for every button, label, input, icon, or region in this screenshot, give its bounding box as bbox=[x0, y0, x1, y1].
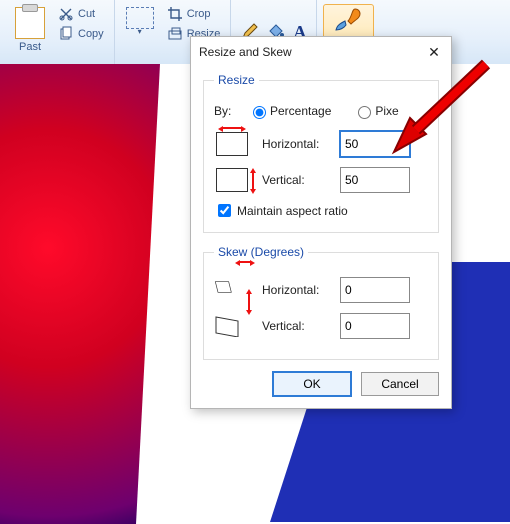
dialog-title: Resize and Skew bbox=[199, 45, 292, 59]
resize-vertical-label: Vertical: bbox=[262, 173, 340, 187]
aspect-ratio-row: Maintain aspect ratio bbox=[214, 201, 428, 220]
skew-horizontal-input[interactable] bbox=[340, 277, 410, 303]
crop-icon bbox=[167, 6, 183, 22]
ok-button[interactable]: OK bbox=[273, 372, 351, 396]
resize-horizontal-label: Horizontal: bbox=[262, 137, 340, 151]
skew-horizontal-pictogram bbox=[214, 275, 250, 305]
skew-vertical-pictogram bbox=[214, 311, 250, 341]
radio-percentage-input[interactable] bbox=[253, 106, 266, 119]
resize-horizontal-input[interactable] bbox=[340, 131, 410, 157]
scissors-icon bbox=[58, 6, 74, 22]
brush-icon bbox=[333, 7, 363, 33]
copy-button[interactable]: Copy bbox=[58, 26, 104, 42]
close-button[interactable]: ✕ bbox=[425, 43, 443, 61]
select-button[interactable]: ▾ bbox=[121, 4, 159, 39]
by-label: By: bbox=[214, 104, 248, 118]
canvas-image-left bbox=[0, 64, 160, 524]
resize-by-row: By: Percentage Pixe bbox=[214, 103, 428, 119]
aspect-ratio-checkbox[interactable] bbox=[218, 204, 231, 217]
radio-percentage[interactable]: Percentage bbox=[248, 103, 331, 119]
skew-vertical-label: Vertical: bbox=[262, 319, 340, 333]
resize-horizontal-pictogram bbox=[214, 129, 250, 159]
crop-button[interactable]: Crop bbox=[167, 6, 221, 22]
copy-icon bbox=[58, 26, 74, 42]
resize-icon bbox=[167, 26, 183, 42]
resize-vertical-row: Vertical: bbox=[214, 165, 428, 195]
skew-horizontal-label: Horizontal: bbox=[262, 283, 340, 297]
paste-icon bbox=[15, 7, 45, 39]
resize-legend: Resize bbox=[214, 73, 259, 87]
select-icon bbox=[126, 7, 154, 29]
cut-button[interactable]: Cut bbox=[58, 6, 104, 22]
resize-fieldset: Resize By: Percentage Pixe Horizontal: bbox=[203, 73, 439, 233]
paste-button[interactable]: Past bbox=[10, 4, 50, 56]
resize-skew-dialog: Resize and Skew ✕ Resize By: Percentage … bbox=[190, 36, 452, 409]
skew-vertical-input[interactable] bbox=[340, 313, 410, 339]
dialog-button-row: OK Cancel bbox=[203, 372, 439, 396]
dialog-body: Resize By: Percentage Pixe Horizontal: bbox=[191, 67, 451, 408]
skew-vertical-row: Vertical: bbox=[214, 311, 428, 341]
resize-vertical-input[interactable] bbox=[340, 167, 410, 193]
aspect-ratio-label: Maintain aspect ratio bbox=[237, 204, 348, 218]
resize-horizontal-row: Horizontal: bbox=[214, 129, 428, 159]
resize-vertical-pictogram bbox=[214, 165, 250, 195]
ribbon-group-clipboard: Past Cut Copy bbox=[4, 0, 115, 64]
close-icon: ✕ bbox=[428, 44, 440, 61]
crop-label: Crop bbox=[187, 8, 211, 20]
radio-pixels[interactable]: Pixe bbox=[353, 103, 398, 119]
skew-fieldset: Skew (Degrees) Horizontal: bbox=[203, 245, 439, 360]
copy-label: Copy bbox=[78, 28, 104, 40]
radio-pixels-input[interactable] bbox=[358, 106, 371, 119]
skew-legend: Skew (Degrees) bbox=[214, 245, 308, 259]
cancel-button[interactable]: Cancel bbox=[361, 372, 439, 396]
cut-label: Cut bbox=[78, 8, 95, 20]
radio-percentage-label: Percentage bbox=[270, 104, 331, 118]
dialog-titlebar[interactable]: Resize and Skew ✕ bbox=[191, 37, 451, 67]
radio-pixels-label: Pixe bbox=[375, 104, 398, 118]
paste-label: Past bbox=[19, 41, 41, 53]
